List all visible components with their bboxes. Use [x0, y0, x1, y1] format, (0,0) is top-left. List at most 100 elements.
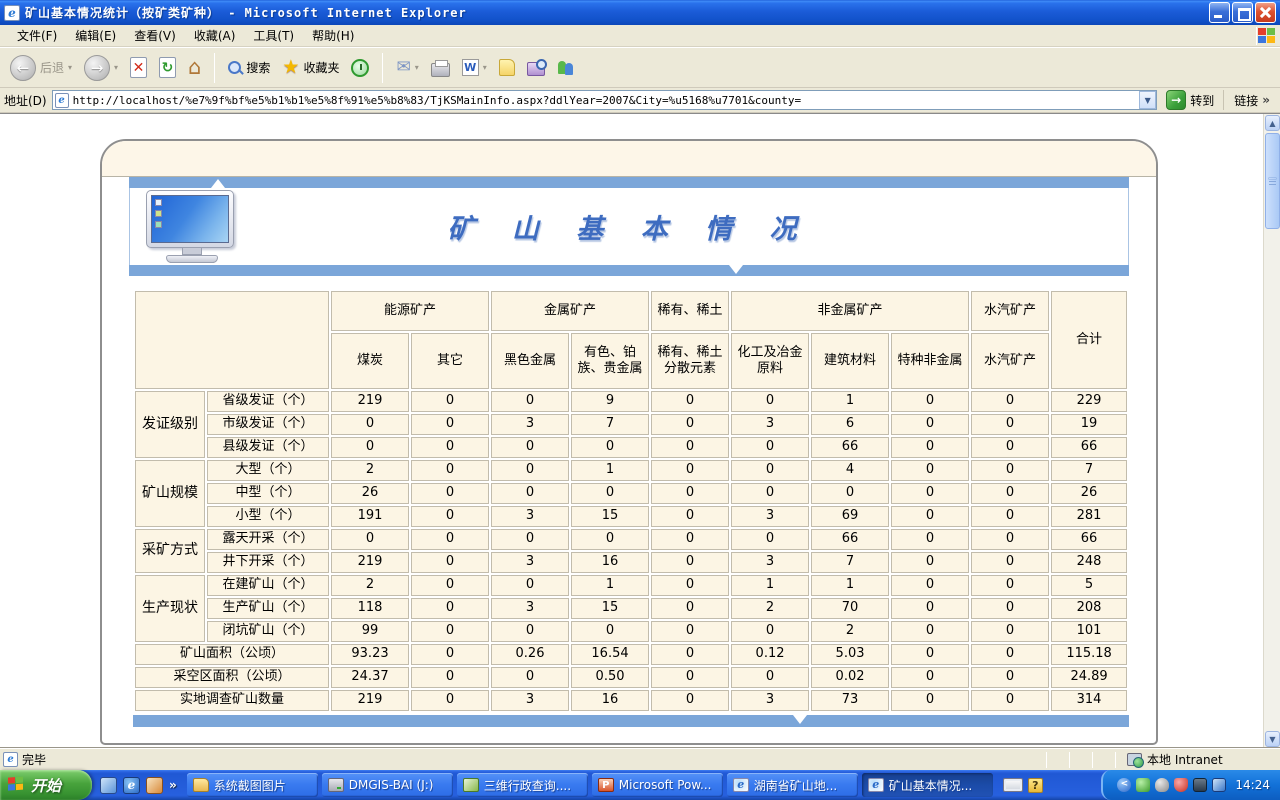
show-desktop-icon[interactable]	[100, 777, 117, 794]
value-cell: 0	[651, 529, 729, 550]
row-group-label: 采矿方式	[135, 529, 205, 573]
address-input[interactable]: e http://localhost/%e7%9f%bf%e5%b1%b1%e5…	[52, 90, 1158, 110]
history-button[interactable]	[347, 57, 373, 79]
vertical-scrollbar[interactable]: ▲ ▼	[1263, 114, 1280, 748]
value-cell: 0	[971, 529, 1049, 550]
value-cell: 0	[411, 644, 489, 665]
value-cell: 0	[811, 483, 889, 504]
scrollbar-thumb[interactable]	[1265, 133, 1280, 229]
column-group-header: 水汽矿产	[971, 291, 1049, 331]
print-button[interactable]	[427, 57, 454, 79]
value-cell: 3	[491, 552, 569, 573]
value-cell: 0	[971, 644, 1049, 665]
forward-dropdown-icon[interactable]: ▾	[114, 63, 118, 72]
address-bar: 地址(D) e http://localhost/%e7%9f%bf%e5%b1…	[0, 88, 1280, 113]
links-chevron-icon: »	[1262, 93, 1270, 107]
stop-button[interactable]: ✕	[126, 55, 151, 80]
stats-table: 能源矿产金属矿产稀有、稀土非金属矿产水汽矿产合计煤炭其它黑色金属有色、铂族、贵金…	[133, 289, 1129, 713]
taskbar-task-button[interactable]: e矿山基本情况...	[862, 773, 993, 797]
table-corner-cell	[135, 291, 329, 389]
value-cell: 3	[731, 552, 809, 573]
scroll-down-icon[interactable]: ▼	[1265, 731, 1280, 747]
tray-security-alert-icon[interactable]	[1174, 778, 1188, 792]
value-cell: 69	[811, 506, 889, 527]
table-row: 中型（个）260000000026	[135, 483, 1127, 504]
mail-button[interactable]: ✉ ▾	[392, 57, 422, 78]
favorites-button[interactable]: ★ 收藏夹	[278, 56, 343, 79]
quick-launch-overflow-icon[interactable]: »	[169, 778, 177, 792]
value-cell: 9	[571, 391, 649, 412]
search-button[interactable]: 搜索	[224, 57, 274, 78]
taskbar: 开始 e » 系统截图图片DMGIS-BAI (J:)三维行政查询....PMi…	[0, 770, 1280, 800]
links-bar[interactable]: 链接 »	[1223, 90, 1276, 110]
edit-with-word-button[interactable]: W ▾	[458, 57, 491, 78]
table-row: 发证级别省级发证（个）21900900100229	[135, 391, 1127, 412]
menu-edit[interactable]: 编辑(E)	[66, 24, 125, 47]
tray-antivirus-icon[interactable]	[1136, 778, 1150, 792]
header-bottom-bar	[129, 265, 1129, 276]
value-cell: 0	[971, 621, 1049, 642]
statusbar-separator	[1092, 752, 1093, 768]
value-cell: 93.23	[331, 644, 409, 665]
value-cell: 3	[491, 690, 569, 711]
messenger-button[interactable]	[553, 58, 579, 78]
discuss-button[interactable]	[495, 57, 519, 78]
value-cell: 0	[491, 667, 569, 688]
value-cell: 0	[571, 621, 649, 642]
tray-collapse-icon[interactable]: <	[1117, 778, 1131, 792]
tray-display-icon[interactable]	[1193, 778, 1207, 792]
menu-file[interactable]: 文件(F)	[8, 24, 66, 47]
taskbar-task-button[interactable]: PMicrosoft Pow...	[592, 773, 723, 797]
search-icon	[228, 61, 242, 75]
start-button[interactable]: 开始	[0, 770, 92, 800]
mail-dropdown-icon[interactable]: ▾	[415, 63, 419, 72]
stats-table-head: 能源矿产金属矿产稀有、稀土非金属矿产水汽矿产合计煤炭其它黑色金属有色、铂族、贵金…	[135, 291, 1127, 389]
edit-dropdown-icon[interactable]: ▾	[483, 63, 487, 72]
keyboard-indicator-icon[interactable]	[1003, 778, 1023, 792]
forward-button[interactable]: → ▾	[80, 53, 122, 83]
home-button[interactable]: ⌂	[184, 55, 205, 80]
value-cell: 0	[731, 460, 809, 481]
value-cell: 0	[971, 506, 1049, 527]
table-row: 小型（个）1910315036900281	[135, 506, 1127, 527]
back-dropdown-icon[interactable]: ▾	[68, 63, 72, 72]
drive-icon	[328, 778, 344, 792]
menu-help[interactable]: 帮助(H)	[303, 24, 363, 47]
menu-tools[interactable]: 工具(T)	[244, 24, 303, 47]
back-button[interactable]: ← 后退 ▾	[6, 53, 76, 83]
scroll-up-icon[interactable]: ▲	[1265, 115, 1280, 131]
refresh-button[interactable]: ↻	[155, 55, 180, 80]
row-label: 市级发证（个）	[207, 414, 329, 435]
go-button[interactable]: → 转到	[1162, 90, 1218, 110]
taskbar-task-button[interactable]: 三维行政查询....	[457, 773, 588, 797]
statusbar-separator	[1115, 752, 1116, 768]
ie-launch-icon[interactable]: e	[123, 777, 140, 794]
taskbar-task-button[interactable]: 系统截图图片	[187, 773, 318, 797]
tray-mouse-icon[interactable]	[1155, 778, 1169, 792]
taskbar-task-button[interactable]: DMGIS-BAI (J:)	[322, 773, 453, 797]
menu-view[interactable]: 查看(V)	[125, 24, 185, 47]
restore-button[interactable]	[1232, 2, 1253, 23]
bar-notch	[211, 179, 225, 188]
links-label: 链接	[1234, 92, 1258, 109]
favorites-label: 收藏夹	[303, 59, 339, 76]
taskbar-task-button[interactable]: e湖南省矿山地...	[727, 773, 858, 797]
language-help-icon[interactable]: ?	[1028, 778, 1043, 793]
address-dropdown-icon[interactable]: ▼	[1139, 91, 1156, 109]
menu-favorites[interactable]: 收藏(A)	[185, 24, 245, 47]
minimize-button[interactable]	[1209, 2, 1230, 23]
home-icon: ⌂	[188, 57, 201, 78]
stats-table-body: 发证级别省级发证（个）21900900100229市级发证（个）00370360…	[135, 391, 1127, 711]
bar-notch	[793, 715, 807, 724]
value-cell: 0	[731, 437, 809, 458]
summary-row-label: 矿山面积（公顷）	[135, 644, 329, 665]
outlook-launch-icon[interactable]	[146, 777, 163, 794]
pencil-icon	[463, 778, 479, 792]
value-cell: 0	[411, 460, 489, 481]
value-cell: 0	[891, 529, 969, 550]
close-button[interactable]	[1255, 2, 1276, 23]
value-cell: 0	[971, 667, 1049, 688]
tray-network-icon[interactable]	[1212, 778, 1226, 792]
value-cell: 0	[891, 437, 969, 458]
research-button[interactable]	[523, 57, 549, 78]
